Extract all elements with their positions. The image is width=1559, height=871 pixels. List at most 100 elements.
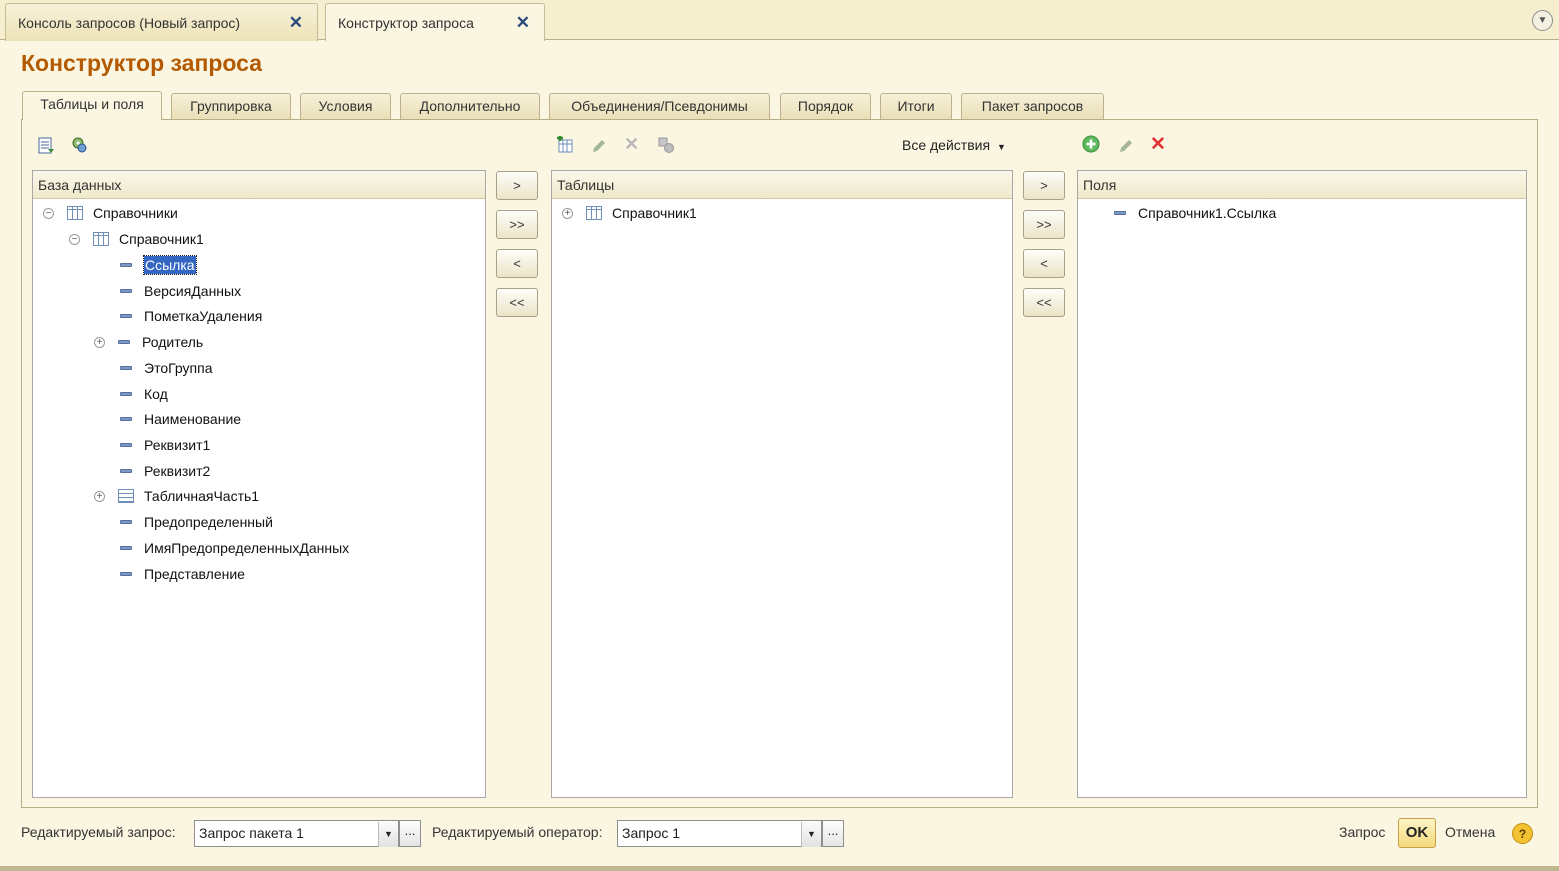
collapse-icon[interactable]: − [43,207,54,219]
settings-icon[interactable] [657,136,675,154]
cancel-button[interactable]: Отмена [1445,824,1495,840]
field-icon [120,520,132,524]
tab-unions-aliases[interactable]: Объединения/Псевдонимы [549,93,770,119]
expand-icon[interactable]: + [94,336,105,348]
delete-icon[interactable]: ✕ [624,134,639,155]
list-item-label: Справочник1.Ссылка [1138,205,1277,221]
tree-item-label: ТабличнаяЧасть1 [144,488,260,504]
tree-item-label: Ссылка [143,255,197,275]
database-tree[interactable]: База данных − Справочники − Справочник1 … [32,170,486,798]
move-all-button[interactable]: >> [496,210,538,239]
field-icon [120,366,132,370]
tree-item[interactable]: ИмяПредопределенныхДанных [120,535,349,561]
field-icon [1114,211,1126,215]
tree-item[interactable]: Представление [120,561,245,587]
tab-grouping[interactable]: Группировка [171,93,291,119]
remove-one-button[interactable]: < [496,249,538,278]
tree-item[interactable]: + Родитель [94,329,203,355]
window-tab-query-console[interactable]: Консоль запросов (Новый запрос) ✕ [5,3,318,41]
open-ellipsis-button[interactable]: ... [399,820,421,847]
tree-item-label: Реквизит2 [144,463,211,479]
all-actions-menu[interactable]: Все действия ▼ [902,137,1006,153]
add-table-icon[interactable] [556,136,574,154]
field-icon [120,314,132,318]
close-icon[interactable]: ✕ [516,13,530,33]
tables-header: Таблицы [552,171,1012,199]
tree-item-label: ВерсияДанных [144,283,242,299]
fields-header: Поля [1078,171,1526,199]
tree-item[interactable]: ПометкаУдаления [120,303,262,329]
dropdown-arrow-icon[interactable]: ▼ [801,822,821,847]
tree-item[interactable]: ВерсияДанных [120,278,241,304]
field-icon [120,417,132,421]
table-icon [93,232,109,246]
expand-icon[interactable]: + [562,207,573,219]
tree-item[interactable]: ЭтоГруппа [120,355,212,381]
tree-item-label: ЭтоГруппа [144,360,213,376]
tab-tables-and-fields[interactable]: Таблицы и поля [22,91,162,120]
window-tab-label: Консоль запросов (Новый запрос) [18,14,241,31]
tree-item[interactable]: − Справочник1 [69,226,204,252]
window-tab-query-builder[interactable]: Конструктор запроса ✕ [325,3,545,41]
tree-item-label: Код [144,386,168,402]
edited-query-label: Редактируемый запрос: [21,824,176,840]
tree-item[interactable]: Наименование [120,406,241,432]
field-icon [120,469,132,473]
tree-item[interactable]: Реквизит2 [120,458,210,484]
tab-query-batch[interactable]: Пакет запросов [961,93,1104,119]
help-icon[interactable]: ? [1512,823,1533,844]
collapse-icon[interactable]: − [69,233,80,245]
edited-operator-value: Запрос 1 [622,825,681,841]
refresh-settings-icon[interactable] [70,136,88,154]
tab-totals[interactable]: Итоги [880,93,952,119]
page-title: Конструктор запроса [21,50,263,76]
table-icon [67,206,83,220]
tab-conditions[interactable]: Условия [300,93,391,119]
tree-item[interactable]: + ТабличнаяЧасть1 [94,483,259,509]
tree-item-label: Представление [144,566,245,582]
field-icon [120,546,132,550]
remove-one-button[interactable]: < [1023,249,1065,278]
window-tab-label: Конструктор запроса [338,14,474,31]
chevron-down-icon[interactable]: ▼ [1532,10,1553,31]
field-icon [120,443,132,447]
tree-item-selected[interactable]: Ссылка [120,252,197,278]
tree-item[interactable]: Реквизит1 [120,432,210,458]
pencil-icon[interactable] [1117,137,1135,155]
move-one-button[interactable]: > [1023,171,1065,200]
move-all-button[interactable]: >> [1023,210,1065,239]
expand-icon[interactable]: + [94,490,105,502]
fields-list[interactable]: Поля Справочник1.Ссылка [1077,170,1527,798]
tree-item-label: Родитель [142,334,204,350]
remove-all-button[interactable]: << [496,288,538,317]
pencil-icon[interactable] [590,137,608,155]
tree-item-label: Справочники [93,205,178,221]
tabular-section-icon [118,489,134,503]
open-ellipsis-button[interactable]: ... [822,820,844,847]
tab-advanced[interactable]: Дополнительно [400,93,540,119]
tree-item-label: Наименование [144,411,242,427]
tree-item-label: Справочник1 [119,231,204,247]
move-one-button[interactable]: > [496,171,538,200]
edited-operator-combo[interactable]: Запрос 1 ▼ [617,820,822,847]
tree-item[interactable]: + Справочник1 [562,200,697,226]
tree-item[interactable]: Предопределенный [120,509,273,535]
list-item[interactable]: Справочник1.Ссылка [1114,200,1276,226]
delete-icon[interactable]: ✕ [1150,133,1166,156]
all-actions-label: Все действия [902,137,991,153]
remove-all-button[interactable]: << [1023,288,1065,317]
ok-button[interactable]: OK [1398,818,1436,848]
tree-item[interactable]: − Справочники [43,200,178,226]
field-icon [120,289,132,293]
field-icon [120,392,132,396]
edited-query-combo[interactable]: Запрос пакета 1 ▼ [194,820,399,847]
tree-item[interactable]: Код [120,381,168,407]
add-icon[interactable] [1082,135,1100,153]
tables-list[interactable]: Таблицы + Справочник1 [551,170,1013,798]
list-icon[interactable] [37,137,55,155]
dropdown-arrow-icon[interactable]: ▼ [378,822,398,847]
close-icon[interactable]: ✕ [289,13,303,33]
tab-order[interactable]: Порядок [780,93,871,119]
query-link[interactable]: Запрос [1339,824,1385,840]
tree-item-label: Предопределенный [144,514,273,530]
